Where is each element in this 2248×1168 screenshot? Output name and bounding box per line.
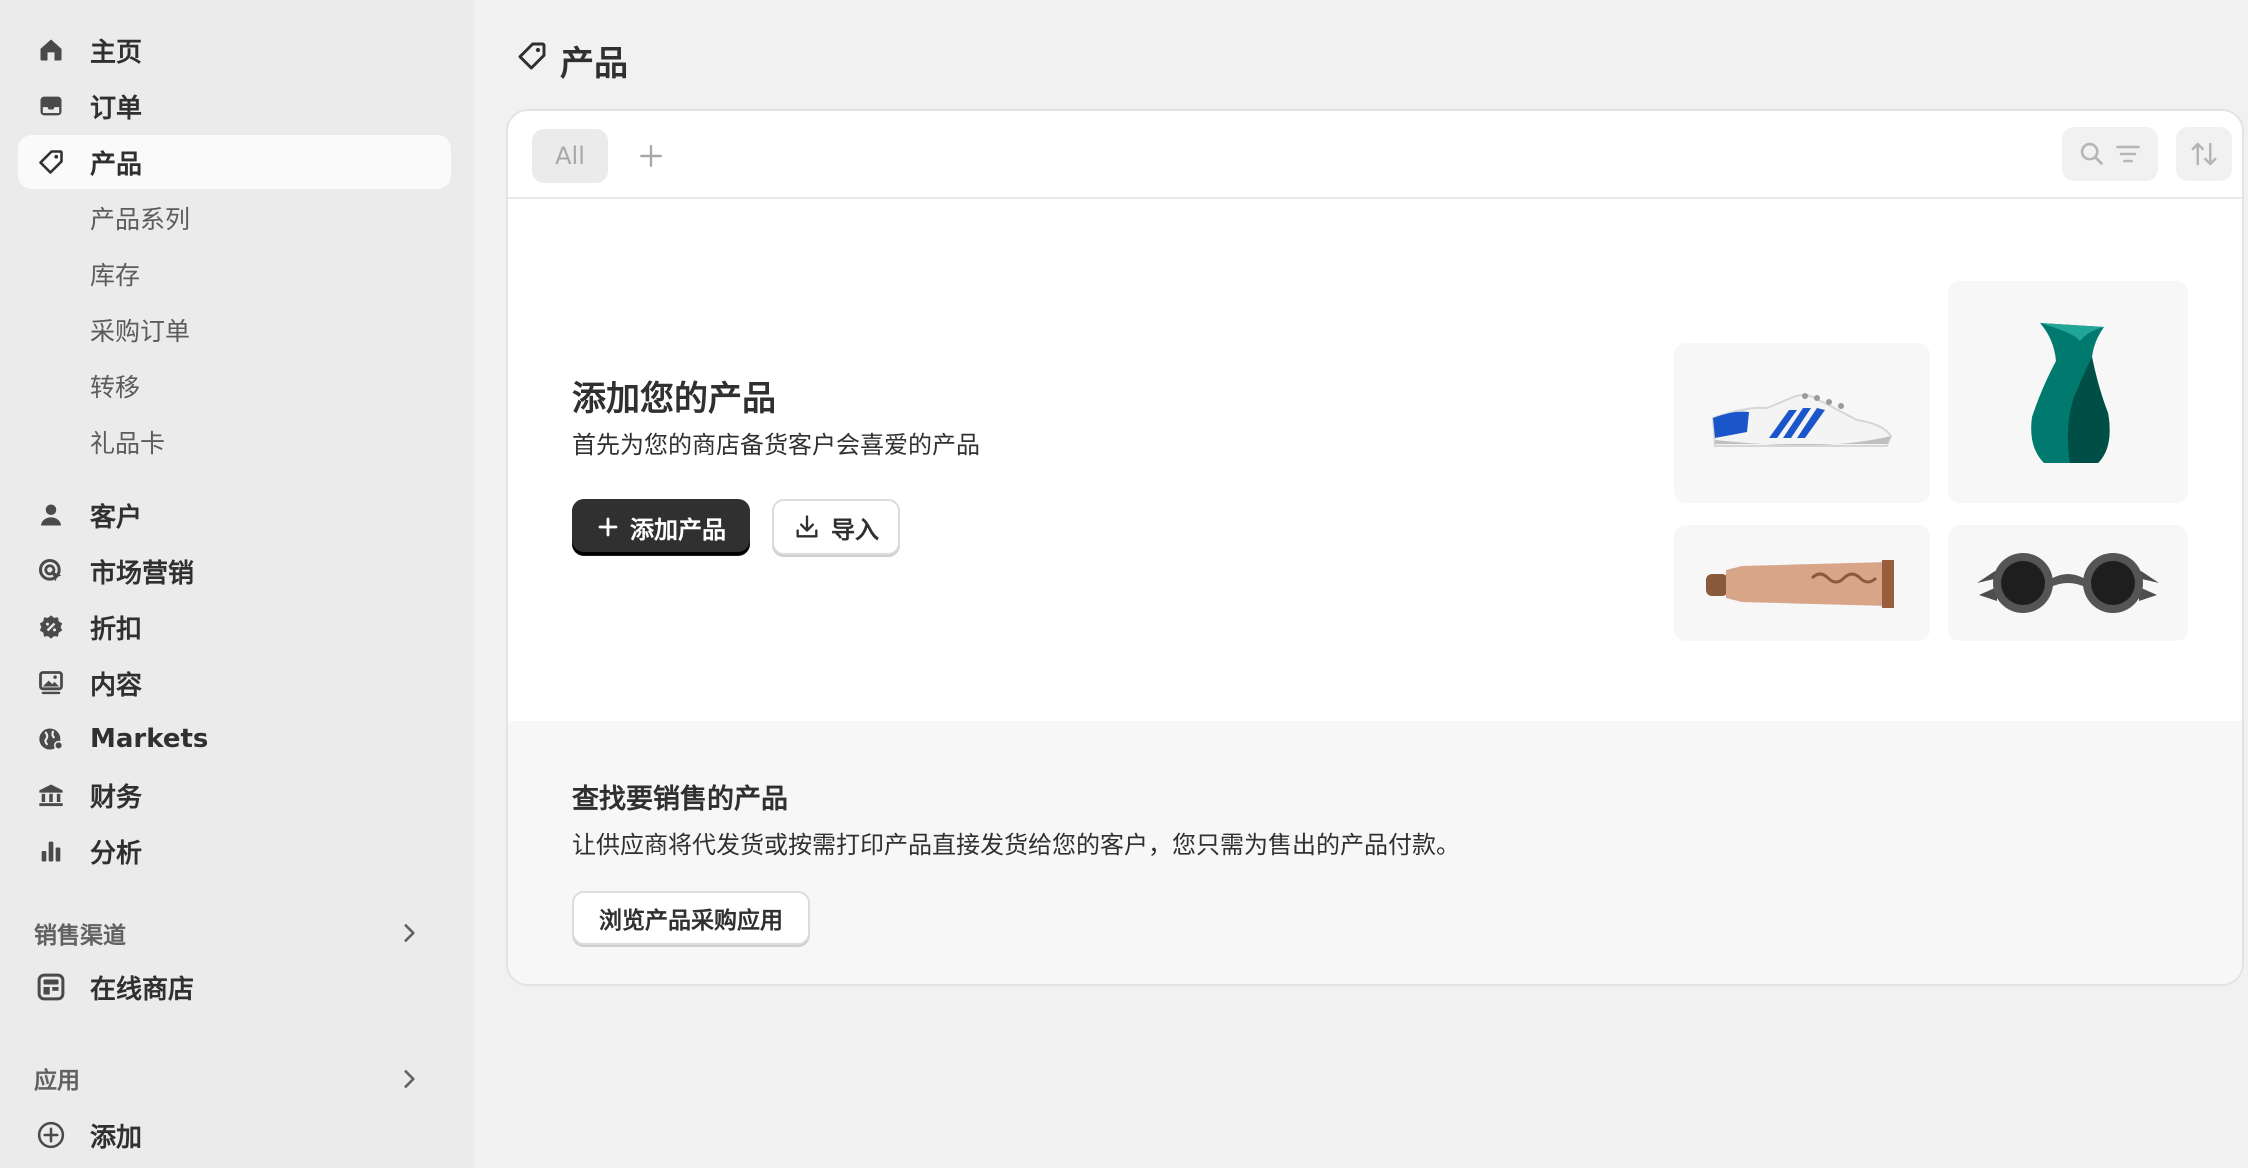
nav-customers[interactable]: 客户: [18, 488, 451, 542]
search-icon: [2080, 142, 2103, 165]
sort-icon: [2191, 142, 2217, 166]
apps-title: 应用: [34, 1068, 80, 1094]
tab-all[interactable]: All: [532, 129, 608, 183]
subnav-collections[interactable]: 产品系列: [90, 198, 190, 238]
bar-chart-icon: [36, 836, 66, 866]
empty-state-title: 添加您的产品: [572, 379, 776, 419]
import-label: 导入: [831, 515, 879, 544]
nav-marketing-label: 市场营销: [90, 558, 195, 589]
nav-add-app-label: 添加: [90, 1122, 143, 1153]
vase-illustration: [1948, 281, 2188, 503]
target-icon: [36, 556, 66, 586]
filter-icon: [2116, 145, 2140, 163]
nav-discounts-label: 折扣: [90, 614, 143, 645]
nav-markets[interactable]: Markets: [18, 712, 451, 766]
nav-products-label: 产品: [90, 149, 143, 180]
chevron-right-icon[interactable]: [396, 920, 422, 946]
nav-home-label: 主页: [90, 37, 143, 68]
store-icon: [36, 972, 66, 1002]
nav-finance[interactable]: 财务: [18, 768, 451, 822]
sales-channels-title: 销售渠道: [34, 923, 126, 949]
nav-content-label: 内容: [90, 670, 143, 701]
nav-add-app[interactable]: 添加: [18, 1108, 451, 1162]
nav-markets-label: Markets: [90, 724, 209, 754]
nav-products[interactable]: 产品: [18, 135, 451, 189]
add-product-button[interactable]: 添加产品: [572, 499, 750, 555]
import-button[interactable]: 导入: [772, 499, 900, 555]
browse-sourcing-apps-button[interactable]: 浏览产品采购应用: [572, 891, 810, 945]
sourcing-title: 查找要销售的产品: [572, 784, 788, 815]
page-title-text: 产品: [560, 43, 628, 84]
person-icon: [36, 500, 66, 530]
nav-orders[interactable]: 订单: [18, 79, 451, 133]
discount-icon: [36, 612, 66, 642]
nav-finance-label: 财务: [90, 782, 143, 813]
subnav-purchase-orders[interactable]: 采购订单: [90, 310, 190, 350]
search-filter-button[interactable]: [2062, 127, 2158, 181]
sourcing-subtitle: 让供应商将代发货或按需打印产品直接发货给您的客户，您只需为售出的产品付款。: [572, 831, 1460, 859]
nav-discounts[interactable]: 折扣: [18, 600, 451, 654]
nav-analytics-label: 分析: [90, 838, 143, 869]
nav-analytics[interactable]: 分析: [18, 824, 451, 878]
page-title: 产品: [516, 36, 628, 84]
globe-icon: [36, 724, 66, 754]
nav-orders-label: 订单: [90, 93, 143, 124]
plus-icon: [598, 517, 618, 537]
sunglasses-illustration: [1948, 525, 2188, 641]
sort-button[interactable]: [2176, 127, 2232, 181]
products-card: All 添加您的产品 首先为您的商店备货客户会喜爱的产品 添加产品 导入 查找要…: [506, 109, 2244, 986]
plus-circle-icon: [36, 1120, 66, 1150]
nav-marketing[interactable]: 市场营销: [18, 544, 451, 598]
tag-icon: [516, 40, 548, 81]
bank-icon: [36, 780, 66, 810]
sourcing-panel: 查找要销售的产品 让供应商将代发货或按需打印产品直接发货给您的客户，您只需为售出…: [508, 721, 2242, 984]
image-icon: [36, 668, 66, 698]
empty-state-subtitle: 首先为您的商店备货客户会喜爱的产品: [572, 431, 980, 459]
sidebar: 主页 订单 产品 产品系列 库存 采购订单 转移 礼品卡 客户 市场营销 折扣: [0, 0, 474, 1168]
subnav-gift-cards[interactable]: 礼品卡: [90, 422, 165, 462]
nav-content[interactable]: 内容: [18, 656, 451, 710]
tube-illustration: [1674, 525, 1930, 641]
inbox-icon: [36, 91, 66, 121]
add-view-button[interactable]: [634, 139, 668, 173]
subnav-transfers[interactable]: 转移: [90, 366, 140, 406]
nav-online-store[interactable]: 在线商店: [18, 960, 451, 1014]
add-product-label: 添加产品: [630, 515, 726, 544]
nav-home[interactable]: 主页: [18, 23, 451, 77]
chevron-right-icon[interactable]: [396, 1066, 422, 1092]
sneaker-illustration: [1674, 343, 1930, 503]
products-toolbar: All: [508, 111, 2242, 199]
nav-online-store-label: 在线商店: [90, 974, 195, 1005]
subnav-inventory[interactable]: 库存: [90, 254, 140, 294]
plus-icon: [640, 145, 662, 167]
home-icon: [36, 35, 66, 65]
nav-customers-label: 客户: [90, 502, 143, 533]
download-icon: [796, 515, 818, 538]
tag-icon: [36, 147, 66, 177]
